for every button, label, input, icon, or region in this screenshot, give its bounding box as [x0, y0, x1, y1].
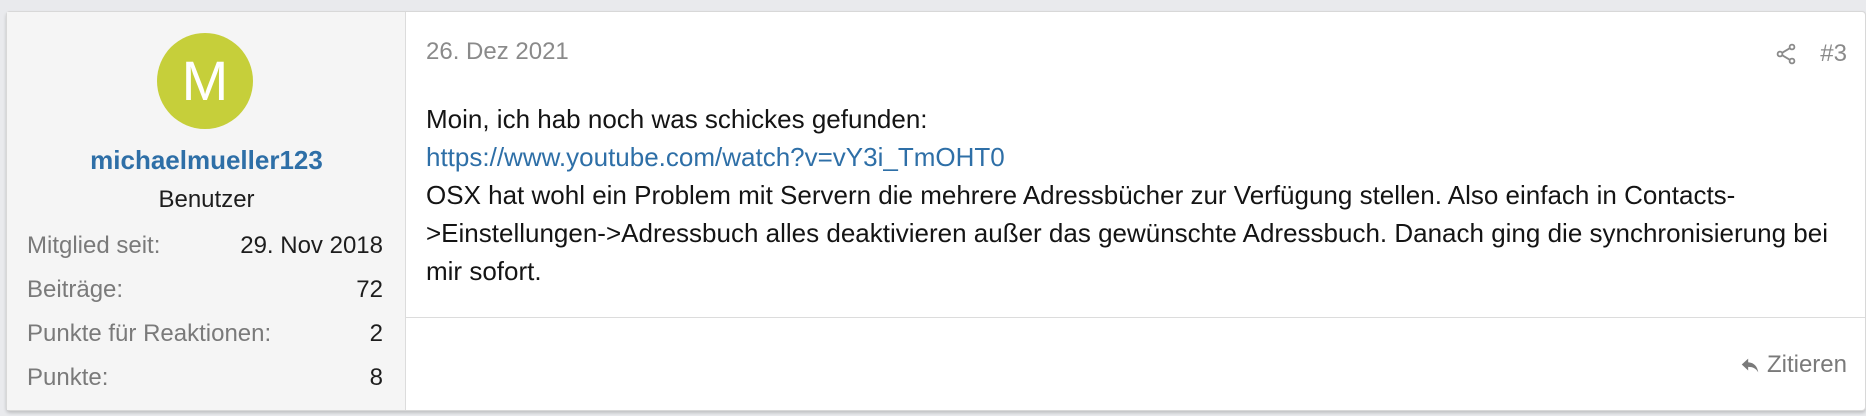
stat-label: Mitglied seit:: [27, 232, 161, 259]
message-body: Moin, ich hab noch was schickes gefunden…: [426, 100, 1847, 290]
stat-label: Beiträge:: [27, 276, 124, 303]
youtube-link[interactable]: https://www.youtube.com/watch?v=vY3i_TmO…: [426, 142, 1005, 172]
message-footer: Zitieren: [406, 317, 1865, 410]
stat-value[interactable]: 8: [370, 356, 383, 400]
quote-button[interactable]: Zitieren: [1739, 351, 1847, 379]
stat-label: Punkte für Reaktionen:: [27, 320, 272, 347]
user-stats: Mitglied seit: 29. Nov 2018 Beiträge: 72…: [27, 224, 383, 400]
stat-row-posts: Beiträge: 72: [27, 268, 383, 312]
avatar[interactable]: M: [157, 33, 253, 129]
stat-row-reaction-score: Punkte für Reaktionen: 2: [27, 312, 383, 356]
message-main: 26. Dez 2021 #3 Moin, ich hab noch was s…: [406, 12, 1865, 410]
share-icon[interactable]: [1774, 42, 1798, 66]
user-cell: M michaelmueller123 Benutzer Mitglied se…: [7, 12, 406, 410]
message: M michaelmueller123 Benutzer Mitglied se…: [6, 11, 1866, 411]
post-date[interactable]: 26. Dez 2021: [426, 38, 569, 66]
username-link[interactable]: michaelmueller123: [7, 145, 406, 176]
quote-label: Zitieren: [1766, 351, 1847, 378]
stat-row-joined: Mitglied seit: 29. Nov 2018: [27, 224, 383, 268]
message-attribution-opposite: #3: [1774, 40, 1847, 68]
stat-value: 2: [369, 320, 383, 347]
reply-icon: [1741, 358, 1759, 373]
body-line: Moin, ich hab noch was schickes gefunden…: [426, 104, 928, 134]
stat-value: 29. Nov 2018: [240, 232, 383, 259]
body-paragraph: OSX hat wohl ein Problem mit Servern die…: [426, 180, 1828, 286]
stat-label: Punkte:: [27, 364, 109, 391]
stat-row-points: Punkte: 8: [27, 356, 383, 400]
share-button[interactable]: [1774, 42, 1798, 66]
stat-value[interactable]: 72: [356, 268, 383, 312]
user-title: Benutzer: [158, 186, 255, 213]
post-number[interactable]: #3: [1820, 40, 1847, 68]
